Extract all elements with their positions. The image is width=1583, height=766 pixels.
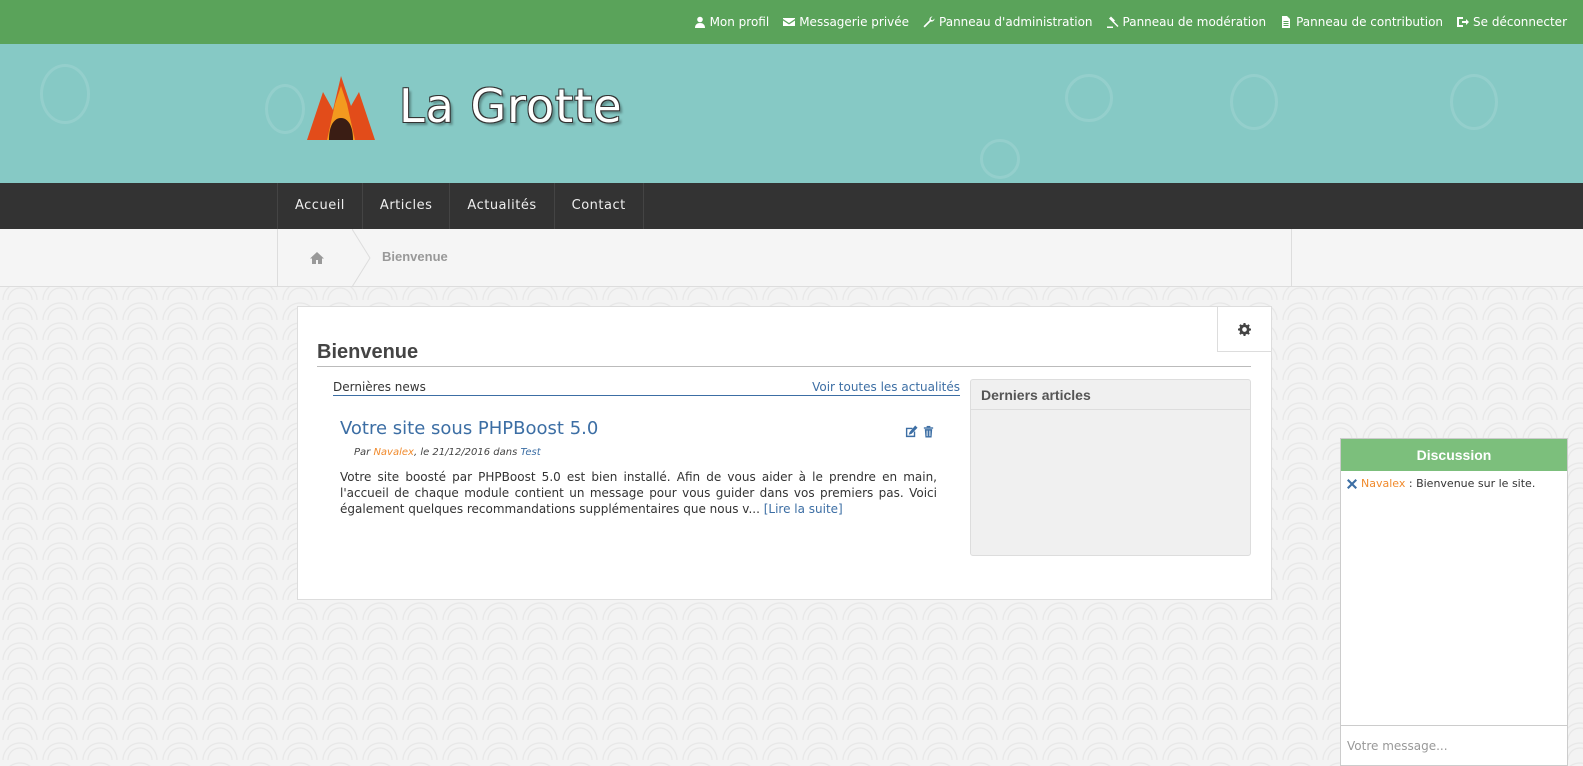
latest-articles-title: Derniers articles — [971, 380, 1250, 410]
breadcrumb: Bienvenue — [0, 229, 1583, 287]
news-title-link[interactable]: Votre site sous PHPBoost 5.0 — [340, 418, 598, 439]
moderation-panel-link[interactable]: Panneau de modération — [1106, 15, 1267, 29]
contribution-panel-label: Panneau de contribution — [1296, 15, 1444, 29]
decor-fruit — [40, 64, 90, 124]
admin-panel-label: Panneau d'administration — [939, 15, 1093, 29]
breadcrumb-separator — [352, 229, 371, 287]
main-nav: Accueil Articles Actualités Contact — [0, 183, 1583, 229]
news-excerpt: Votre site boosté par PHPBoost 5.0 est b… — [340, 469, 937, 517]
decor-fruit — [1065, 74, 1113, 122]
decor-fruit — [1450, 74, 1498, 130]
gear-icon — [1238, 322, 1251, 336]
messaging-link[interactable]: Messagerie privée — [783, 15, 909, 29]
news-actions — [905, 425, 935, 438]
chat-title: Discussion — [1341, 439, 1567, 471]
decor-fruit — [265, 84, 305, 134]
see-all-news-link[interactable]: Voir toutes les actualités — [812, 380, 960, 394]
nav-item-articles[interactable]: Articles — [363, 183, 451, 229]
trash-icon[interactable] — [922, 425, 935, 438]
edit-icon[interactable] — [905, 425, 918, 438]
news-category-link[interactable]: Test — [520, 447, 540, 458]
chat-message-text: Bienvenue sur le site. — [1416, 477, 1536, 490]
profile-link[interactable]: Mon profil — [694, 15, 770, 29]
home-icon — [310, 252, 324, 264]
site-header: La Grotte — [0, 44, 1583, 183]
gavel-icon — [1106, 16, 1119, 28]
latest-articles-block: Derniers articles — [970, 379, 1251, 556]
module-settings-button[interactable] — [1217, 307, 1271, 352]
breadcrumb-current: Bienvenue — [382, 249, 448, 264]
page-title: Bienvenue — [317, 341, 419, 363]
read-more-link[interactable]: [Lire la suite] — [764, 502, 843, 516]
chat-panel: Discussion Navalex : Bienvenue sur le si… — [1340, 438, 1568, 766]
chat-message-separator: : — [1405, 477, 1417, 490]
news-header: Dernières news Voir toutes les actualité… — [333, 380, 960, 396]
nav-item-contact[interactable]: Contact — [555, 183, 644, 229]
site-logo[interactable]: La Grotte — [305, 70, 623, 142]
wrench-icon — [923, 16, 935, 28]
news-heading: Dernières news — [333, 380, 426, 394]
title-divider — [317, 366, 1251, 367]
news-author-link[interactable]: Navalex — [373, 447, 414, 458]
breadcrumb-home[interactable] — [278, 229, 356, 287]
profile-label: Mon profil — [709, 15, 770, 29]
site-title: La Grotte — [399, 79, 623, 133]
decor-fruit — [980, 139, 1020, 179]
sign-out-icon — [1457, 16, 1470, 28]
chat-message-input[interactable] — [1341, 725, 1567, 765]
main-content: Bienvenue Dernières news Voir toutes les… — [297, 306, 1272, 600]
nav-item-accueil[interactable]: Accueil — [278, 183, 363, 229]
news-meta-prefix: Par — [354, 447, 374, 458]
nav-item-actualites[interactable]: Actualités — [450, 183, 555, 229]
news-body-text: Votre site boosté par PHPBoost 5.0 est b… — [340, 470, 937, 516]
file-icon — [1280, 16, 1292, 28]
user-icon — [694, 16, 706, 28]
news-meta: Par Navalex, le 21/12/2016 dans Test — [354, 447, 541, 458]
user-toolbar: Mon profil Messagerie privée Panneau d'a… — [0, 0, 1583, 44]
cave-fire-logo-icon — [307, 76, 375, 140]
logout-link[interactable]: Se déconnecter — [1457, 15, 1567, 29]
contribution-panel-link[interactable]: Panneau de contribution — [1280, 15, 1443, 29]
messaging-label: Messagerie privée — [799, 15, 910, 29]
chat-message: Navalex : Bienvenue sur le site. — [1341, 471, 1567, 496]
admin-panel-link[interactable]: Panneau d'administration — [923, 15, 1093, 29]
news-meta-date: , le 21/12/2016 dans — [413, 447, 521, 458]
delete-icon[interactable] — [1347, 479, 1357, 489]
envelope-icon — [783, 16, 796, 28]
chat-message-user[interactable]: Navalex — [1361, 477, 1405, 490]
decor-fruit — [1230, 74, 1278, 130]
moderation-panel-label: Panneau de modération — [1122, 15, 1267, 29]
logout-label: Se déconnecter — [1473, 15, 1567, 29]
